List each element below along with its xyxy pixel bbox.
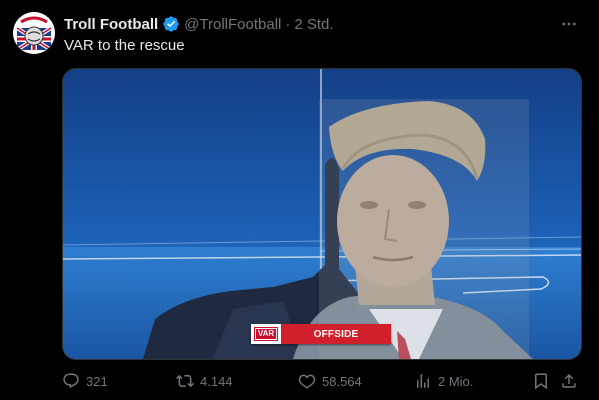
action-bar: 321 4.144 58.564 2 Mio. — [62, 370, 582, 392]
offside-label: OFFSIDE — [281, 324, 391, 344]
share-icon — [562, 373, 576, 388]
heart-icon — [298, 374, 316, 389]
tweet: Troll Football @TrollFootball · 2 Std. V… — [0, 0, 599, 400]
var-offside-banner: VAR OFFSIDE — [251, 324, 391, 344]
like-button[interactable]: 58.564 — [298, 370, 362, 392]
var-badge: VAR — [251, 324, 281, 344]
like-count: 58.564 — [322, 373, 362, 389]
separator-dot: · — [285, 15, 291, 33]
var-badge-label: VAR — [253, 327, 279, 341]
avatar[interactable] — [13, 12, 55, 54]
reply-icon — [63, 373, 79, 389]
tweet-text: VAR to the rescue — [64, 37, 185, 54]
reply-count: 321 — [86, 373, 108, 389]
retweet-count: 4.144 — [200, 373, 233, 389]
display-name[interactable]: Troll Football — [64, 16, 158, 33]
retweet-button[interactable]: 4.144 — [176, 370, 233, 392]
timestamp[interactable]: 2 Std. — [294, 16, 333, 33]
verified-badge-icon[interactable] — [162, 15, 180, 33]
bookmark-icon — [535, 373, 547, 390]
more-icon[interactable] — [559, 14, 579, 34]
views-button[interactable]: 2 Mio. — [414, 370, 473, 392]
views-icon — [417, 374, 429, 388]
offside-image — [63, 69, 581, 359]
retweet-icon — [176, 374, 194, 388]
reply-button[interactable]: 321 — [62, 370, 108, 392]
handle[interactable]: @TrollFootball — [184, 16, 281, 33]
tweet-header: Troll Football @TrollFootball · 2 Std. — [64, 14, 334, 34]
views-count: 2 Mio. — [438, 373, 474, 389]
tweet-media[interactable]: VAR OFFSIDE — [62, 68, 582, 360]
bookmark-button[interactable] — [532, 370, 550, 392]
share-button[interactable] — [560, 370, 578, 392]
troll-football-logo — [13, 12, 55, 54]
